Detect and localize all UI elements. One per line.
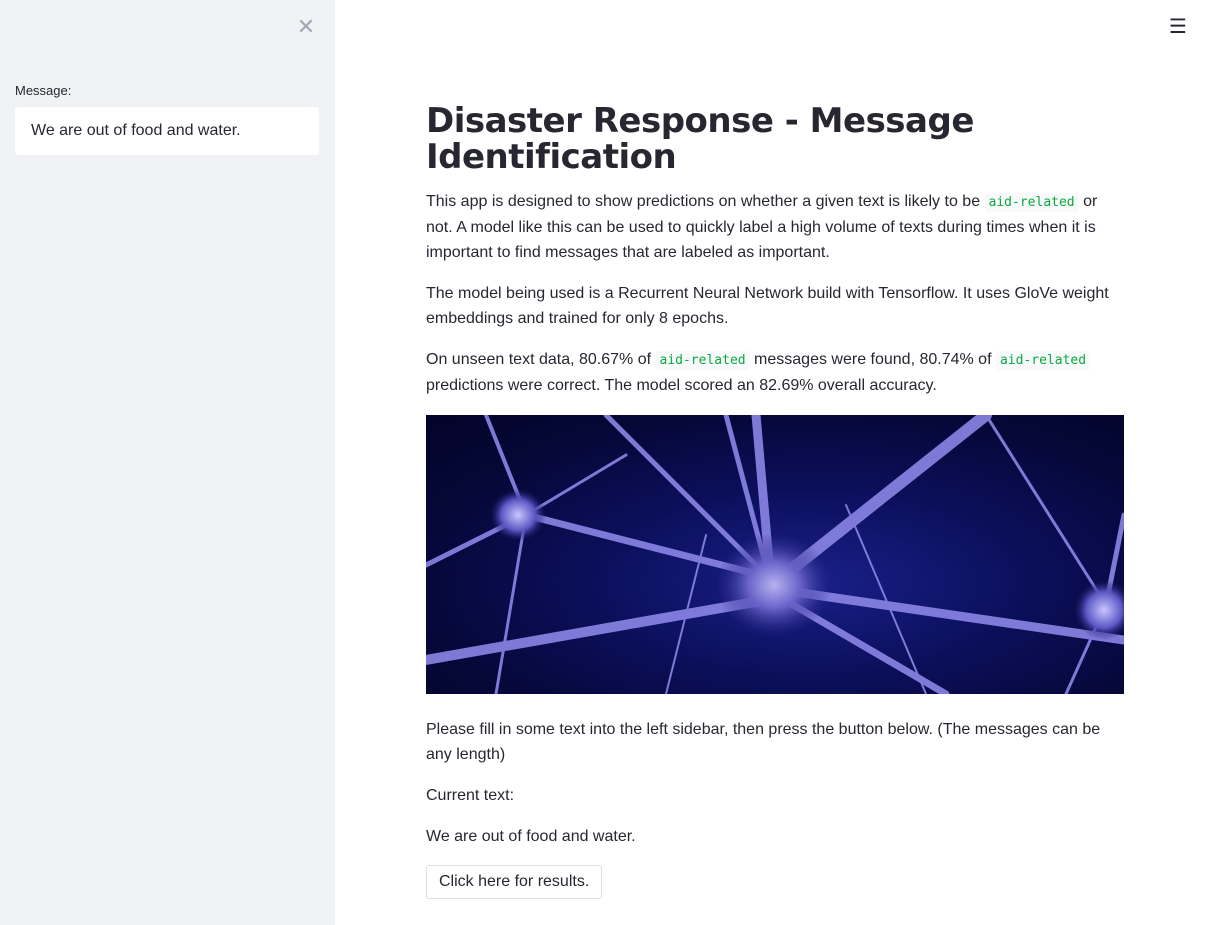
- intro-paragraph: This app is designed to show predictions…: [426, 189, 1124, 265]
- neuron-image: [426, 415, 1124, 694]
- accuracy-text-1: On unseen text data, 80.67% of: [426, 351, 656, 368]
- accuracy-text-3: predictions were correct. The model scor…: [426, 377, 937, 394]
- app-root: ✕ Message: ☰ Disaster Response - Message…: [0, 0, 1214, 925]
- current-text-label: Current text:: [426, 787, 515, 804]
- neuron-cell-body: [716, 533, 832, 637]
- close-icon[interactable]: ✕: [296, 16, 316, 38]
- intro-text-1: This app is designed to show predictions…: [426, 193, 985, 210]
- aid-related-code: aid-related: [995, 351, 1091, 370]
- aid-related-code: aid-related: [984, 193, 1079, 212]
- current-text-value: We are out of food and water.: [426, 828, 636, 845]
- results-button[interactable]: Click here for results.: [426, 865, 603, 899]
- message-label: Message:: [15, 83, 72, 98]
- neuron-illustration: [426, 415, 1124, 694]
- main-content: Disaster Response - Message Identificati…: [426, 100, 1124, 899]
- sidebar: ✕ Message:: [0, 0, 335, 925]
- aid-related-code: aid-related: [655, 351, 750, 370]
- message-input[interactable]: [15, 107, 319, 155]
- button-row: Click here for results.: [426, 865, 1124, 899]
- accuracy-text-2: messages were found, 80.74% of: [749, 351, 996, 368]
- neuron-cell-left: [490, 489, 546, 541]
- instructions-paragraph: Please fill in some text into the left s…: [426, 721, 1101, 763]
- page-title: Disaster Response - Message Identificati…: [426, 101, 974, 177]
- hamburger-menu-icon[interactable]: ☰: [1168, 16, 1188, 38]
- model-paragraph: The model being used is a Recurrent Neur…: [426, 285, 1109, 327]
- accuracy-paragraph: On unseen text data, 80.67% of aid-relat…: [426, 347, 1124, 398]
